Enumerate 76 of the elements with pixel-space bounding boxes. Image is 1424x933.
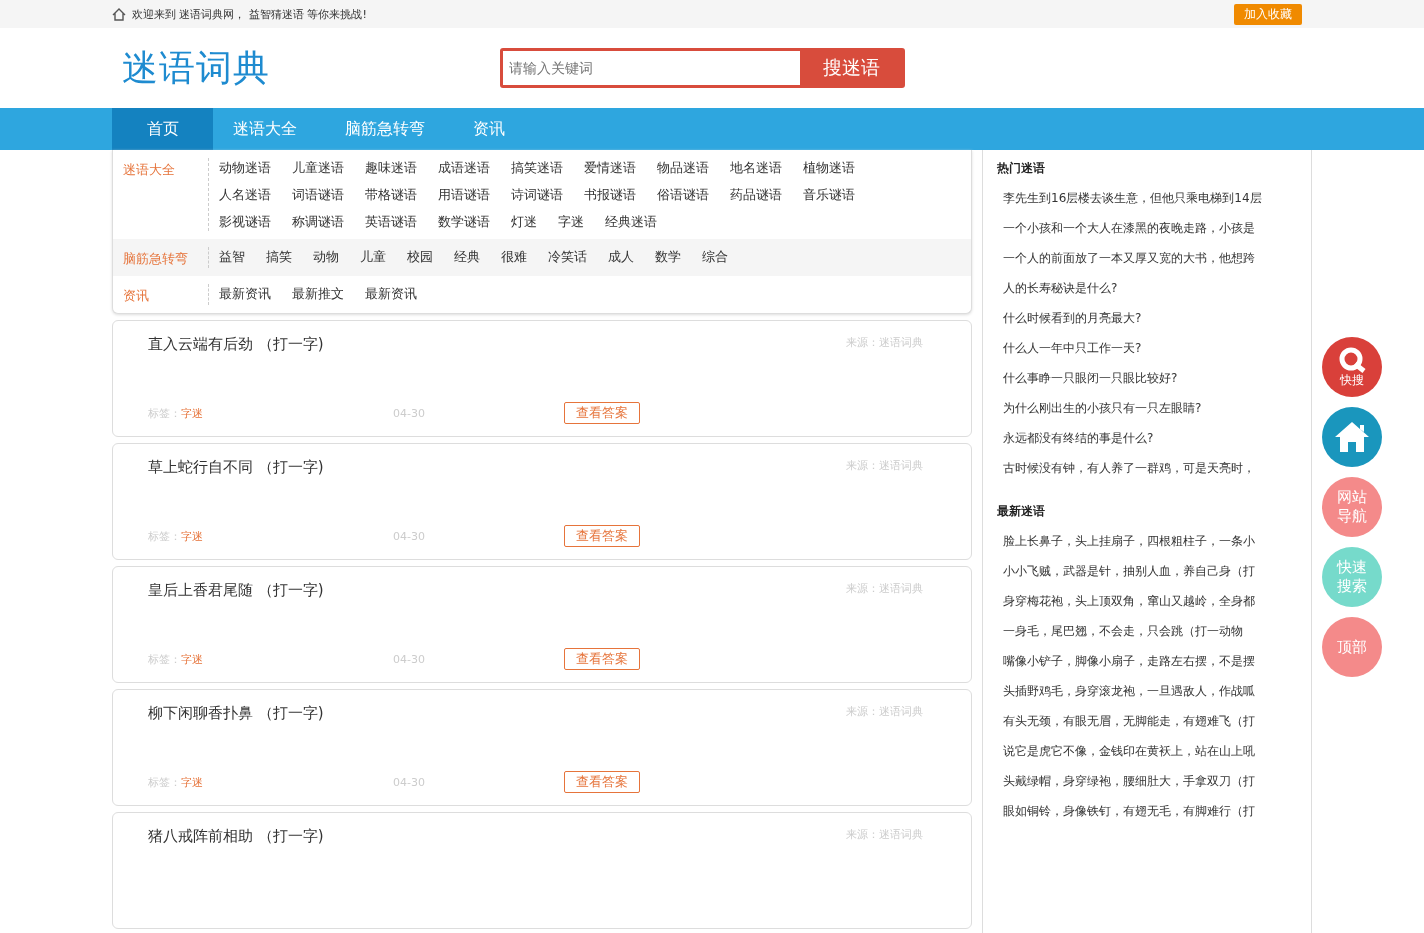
category-link[interactable]: 俗语谜语 — [657, 185, 709, 204]
category-link[interactable]: 益智 — [219, 247, 245, 268]
category-link[interactable]: 带格谜语 — [365, 185, 417, 204]
riddle-link[interactable]: 什么人一年中只工作一天? — [997, 333, 1297, 363]
riddle-link[interactable]: 一个人的前面放了一本又厚又宽的大书，他想跨 — [997, 243, 1297, 273]
riddle-link[interactable]: 为什么刚出生的小孩只有一只左眼睛? — [997, 393, 1297, 423]
category-link[interactable]: 字迷 — [558, 212, 584, 231]
riddle-title[interactable]: 柳下闲聊香扑鼻 （打一字) — [148, 704, 324, 723]
home-button[interactable] — [1322, 407, 1382, 467]
category-link[interactable]: 物品迷语 — [657, 158, 709, 177]
riddle-link[interactable]: 头戴绿帽，身穿绿袍，腰细肚大，手拿双刀（打 — [997, 766, 1297, 796]
riddle-link[interactable]: 头插野鸡毛，身穿滚龙袍，一旦遇敌人，作战呱 — [997, 676, 1297, 706]
category-link[interactable]: 儿童 — [360, 247, 386, 268]
search-icon — [1337, 347, 1367, 373]
riddle-link[interactable]: 什么时候看到的月亮最大? — [997, 303, 1297, 333]
welcome-text: 欢迎来到 迷语词典网， 益智猜迷语 等你来挑战! — [132, 6, 367, 22]
site-logo[interactable]: 迷语词典 — [122, 43, 500, 93]
category-link[interactable]: 地名迷语 — [730, 158, 782, 177]
category-link[interactable]: 词语谜语 — [292, 185, 344, 204]
riddle-title[interactable]: 皇后上香君尾随 （打一字) — [148, 581, 324, 600]
category-link[interactable]: 人名迷语 — [219, 185, 271, 204]
riddle-title[interactable]: 直入云端有后劲 （打一字) — [148, 335, 324, 354]
riddle-link[interactable]: 李先生到16层楼去谈生意，但他只乘电梯到14层 — [997, 183, 1297, 213]
category-link[interactable]: 诗词谜语 — [511, 185, 563, 204]
category-link[interactable]: 趣味迷语 — [365, 158, 417, 177]
riddle-title[interactable]: 猪八戒阵前相助 （打一字) — [148, 827, 324, 846]
sidebar-heading: 热门迷语 — [997, 160, 1046, 177]
home-icon — [112, 7, 126, 21]
riddle-link[interactable]: 眼如铜铃，身像铁钉，有翅无毛，有脚难行（打 — [997, 796, 1297, 826]
category-link[interactable]: 冷笑话 — [548, 247, 587, 268]
category-link[interactable]: 经典 — [454, 247, 480, 268]
search-field[interactable]: 请输入关键词 搜迷语 — [500, 48, 905, 88]
category-link[interactable]: 书报谜语 — [584, 185, 636, 204]
category-link[interactable]: 经典迷语 — [605, 212, 657, 231]
quick-search-button[interactable]: 快搜 — [1322, 337, 1382, 397]
category-link[interactable]: 成人 — [608, 247, 634, 268]
riddle-link[interactable]: 说它是虎它不像，金钱印在黄袄上，站在山上吼 — [997, 736, 1297, 766]
riddle-link[interactable]: 古时候没有钟，有人养了一群鸡，可是天亮时， — [997, 453, 1297, 483]
category-link[interactable]: 儿童迷语 — [292, 158, 344, 177]
category-link[interactable]: 很难 — [501, 247, 527, 268]
riddle-link[interactable]: 脸上长鼻子，头上挂扇子，四根粗柱子，一条小 — [997, 526, 1297, 556]
category-link[interactable]: 用语谜语 — [438, 185, 490, 204]
home-icon — [1334, 421, 1370, 453]
category-link[interactable]: 最新推文 — [292, 284, 344, 305]
riddle-link[interactable]: 永远都没有终结的事是什么? — [997, 423, 1297, 453]
category-link[interactable]: 综合 — [702, 247, 728, 268]
category-link[interactable]: 动物 — [313, 247, 339, 268]
category-link[interactable]: 搞笑 — [266, 247, 292, 268]
riddle-link[interactable]: 一个小孩和一个大人在漆黑的夜晚走路，小孩是 — [997, 213, 1297, 243]
category-link[interactable]: 最新资讯 — [219, 284, 271, 305]
riddle-title[interactable]: 草上蛇行自不同 （打一字) — [148, 458, 324, 477]
category-link[interactable]: 校园 — [407, 247, 433, 268]
riddle-link[interactable]: 身穿梅花袍，头上顶双角，窜山又越岭，全身都 — [997, 586, 1297, 616]
category-link[interactable]: 称调谜语 — [292, 212, 344, 231]
nav-tab[interactable]: 首页 — [112, 108, 213, 150]
category-link[interactable]: 植物迷语 — [803, 158, 855, 177]
riddle-link[interactable]: 嘴像小铲子，脚像小扇子，走路左右摆，不是摆 — [997, 646, 1297, 676]
category-link[interactable]: 搞笑迷语 — [511, 158, 563, 177]
category-link[interactable]: 药品谜语 — [730, 185, 782, 204]
category-link[interactable]: 最新资讯 — [365, 284, 417, 305]
category-link[interactable]: 英语谜语 — [365, 212, 417, 231]
category-link[interactable]: 成语迷语 — [438, 158, 490, 177]
category-link[interactable]: 数学 — [655, 247, 681, 268]
riddle-link[interactable]: 一身毛，尾巴翘，不会走，只会跳（打一动物 — [997, 616, 1297, 646]
search-button[interactable]: 搜迷语 — [800, 51, 902, 85]
category-link[interactable]: 影视谜语 — [219, 212, 271, 231]
riddle-link[interactable]: 什么事睁一只眼闭一只眼比较好? — [997, 363, 1297, 393]
riddle-link[interactable]: 人的长寿秘诀是什么? — [997, 273, 1297, 303]
category-link[interactable]: 音乐谜语 — [803, 185, 855, 204]
category-link[interactable]: 数学谜语 — [438, 212, 490, 231]
riddle-link[interactable]: 小小飞贼，武器是针，抽别人血，养自己身（打 — [997, 556, 1297, 586]
category-link[interactable]: 爱情迷语 — [584, 158, 636, 177]
category-link[interactable]: 灯迷 — [511, 212, 537, 231]
sidebar-heading: 最新迷语 — [997, 503, 1046, 520]
category-link[interactable]: 动物迷语 — [219, 158, 271, 177]
riddle-link[interactable]: 有头无颈，有眼无眉，无脚能走，有翅难飞（打 — [997, 706, 1297, 736]
